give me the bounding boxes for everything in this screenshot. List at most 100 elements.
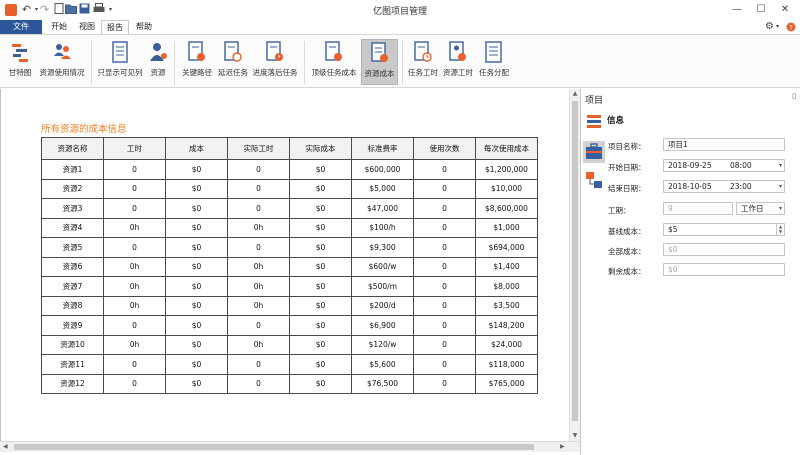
duration-unit-select[interactable]: 工作日 ▾ xyxy=(736,202,785,215)
project-name-input[interactable]: 项目1 xyxy=(663,138,785,151)
table-cell: $0 xyxy=(165,295,228,316)
top-task-cost-icon xyxy=(325,41,342,61)
minimize-button[interactable]: — xyxy=(728,2,746,18)
ribbon-separator xyxy=(174,41,175,85)
baseline-cost-stepper[interactable]: $5 ▲ ▼ xyxy=(663,223,785,236)
table-cell: 0 xyxy=(103,315,166,336)
tab-home[interactable]: 开始 xyxy=(46,20,72,34)
maximize-button[interactable]: ☐ xyxy=(752,2,770,18)
close-button[interactable]: ✕ xyxy=(776,2,794,18)
column-header: 标准费率 xyxy=(351,137,414,160)
tab-report[interactable]: 报告 xyxy=(101,20,129,34)
table-cell: 0 xyxy=(227,315,290,336)
chevron-down-icon[interactable]: ▾ xyxy=(779,181,782,192)
panel-tab-gantt[interactable] xyxy=(583,111,605,133)
horizontal-scrollbar[interactable]: ◀ ▶ xyxy=(0,441,580,452)
table-header-row: 资源名称 工时 成本 实际工时 实际成本 标准费率 使用次数 每次使用成本 xyxy=(41,137,538,160)
table-cell: $100/h xyxy=(351,217,414,238)
chevron-down-icon[interactable]: ▾ xyxy=(779,160,782,171)
task-assignment-button[interactable]: 任务分配 xyxy=(476,39,512,85)
critical-path-button[interactable]: 关键路径 xyxy=(178,39,216,85)
behind-schedule-tasks-button[interactable]: 进度落后任务 xyxy=(250,39,300,85)
stepper-arrows-icon[interactable]: ▲ ▼ xyxy=(776,224,784,235)
duration-input[interactable]: 9 xyxy=(663,202,733,215)
table-cell: 0 xyxy=(413,237,476,258)
scroll-down-icon[interactable]: ▼ xyxy=(570,432,580,439)
table-cell: 0 xyxy=(413,256,476,277)
table-row[interactable]: 资源1 0 $0 0 $0 $600,000 0 $1,200,000 xyxy=(41,159,538,180)
resource-usage-button[interactable]: 资源使用情况 xyxy=(37,39,87,85)
table-cell: $0 xyxy=(289,237,352,258)
total-cost-field: $0 xyxy=(663,243,785,256)
table-cell: 0 xyxy=(413,198,476,219)
table-cell: 0 xyxy=(413,159,476,180)
resource-icon xyxy=(150,43,167,61)
gantt-chart-button[interactable]: 甘特图 xyxy=(4,39,36,85)
table-cell: 资源3 xyxy=(41,198,104,219)
table-row[interactable]: 资源3 0 $0 0 $0 $47,000 0 $8,600,000 xyxy=(41,198,538,219)
delayed-tasks-button[interactable]: 延迟任务 xyxy=(217,39,249,85)
panel-tab-info[interactable] xyxy=(583,141,605,163)
end-date-picker[interactable]: 2018-10-05 23:00 ▾ xyxy=(663,180,785,193)
resource-work-button[interactable]: 资源工时 xyxy=(441,39,475,85)
table-cell: $0 xyxy=(165,198,228,219)
chevron-down-icon[interactable]: ▾ xyxy=(776,20,779,34)
table-cell: $9,300 xyxy=(351,237,414,258)
resource-work-icon xyxy=(449,41,466,61)
table-row[interactable]: 资源10 0h $0 0h $0 $120/w 0 $24,000 xyxy=(41,334,538,355)
resource-cost-button[interactable]: 资源成本 xyxy=(361,39,398,85)
table-cell: 资源8 xyxy=(41,295,104,316)
table-cell: 0 xyxy=(103,237,166,258)
table-row[interactable]: 资源2 0 $0 0 $0 $5,000 0 $10,000 xyxy=(41,178,538,199)
resource-button[interactable]: 资源 xyxy=(146,39,170,85)
resource-cost-table: 资源名称 工时 成本 实际工时 实际成本 标准费率 使用次数 每次使用成本 资源… xyxy=(41,137,538,394)
table-row[interactable]: 资源4 0h $0 0h $0 $100/h 0 $1,000 xyxy=(41,217,538,238)
tab-file[interactable]: 文件 xyxy=(0,20,42,34)
show-visible-columns-button[interactable]: 只显示可见列 xyxy=(95,39,145,85)
table-cell: $8,600,000 xyxy=(475,198,538,219)
table-row[interactable]: 资源7 0h $0 0h $0 $500/m 0 $8,000 xyxy=(41,276,538,297)
help-icon[interactable]: ? xyxy=(786,20,796,34)
column-header: 成本 xyxy=(165,137,228,160)
table-cell: $0 xyxy=(165,256,228,277)
task-work-button[interactable]: 任务工时 xyxy=(406,39,440,85)
table-cell: $76,500 xyxy=(351,373,414,394)
table-cell: $118,000 xyxy=(475,354,538,375)
top-level-task-cost-button[interactable]: 顶级任务成本 xyxy=(308,39,360,85)
table-row[interactable]: 资源12 0 $0 0 $0 $76,500 0 $765,000 xyxy=(41,373,538,394)
critical-path-icon xyxy=(188,41,205,61)
gear-icon[interactable]: ⚙ xyxy=(765,20,774,34)
column-header: 工时 xyxy=(103,137,166,160)
scroll-right-icon[interactable]: ▶ xyxy=(560,443,565,450)
scroll-left-icon[interactable]: ◀ xyxy=(3,443,8,450)
table-cell: 0 xyxy=(103,159,166,180)
task-assignment-label: 任务分配 xyxy=(479,68,509,77)
table-cell: 0 xyxy=(227,178,290,199)
table-cell: $0 xyxy=(165,237,228,258)
table-cell: 0h xyxy=(227,276,290,297)
end-date-label: 结束日期： xyxy=(608,184,646,193)
table-cell: $0 xyxy=(289,178,352,199)
scroll-up-icon[interactable]: ▲ xyxy=(570,90,580,97)
vertical-scroll-thumb[interactable] xyxy=(572,101,578,421)
chevron-down-icon[interactable]: ▾ xyxy=(779,203,782,214)
table-row[interactable]: 资源9 0 $0 0 $0 $6,900 0 $148,200 xyxy=(41,315,538,336)
pin-icon[interactable]: ▯ xyxy=(792,92,796,100)
table-row[interactable]: 资源6 0h $0 0h $0 $600/w 0 $1,400 xyxy=(41,256,538,277)
table-cell: $8,000 xyxy=(475,276,538,297)
total-cost-label: 全部成本： xyxy=(608,247,646,256)
table-cell: $0 xyxy=(165,276,228,297)
table-cell: 0 xyxy=(227,354,290,375)
horizontal-scroll-thumb[interactable] xyxy=(14,444,534,450)
table-cell: 0h xyxy=(103,217,166,238)
vertical-scrollbar[interactable]: ▲ ▼ xyxy=(569,89,580,441)
table-cell: $1,400 xyxy=(475,256,538,277)
panel-tab-resources[interactable] xyxy=(583,169,605,191)
table-row[interactable]: 资源11 0 $0 0 $0 $5,600 0 $118,000 xyxy=(41,354,538,375)
tab-help[interactable]: 帮助 xyxy=(131,20,157,34)
start-date-picker[interactable]: 2018-09-25 08:00 ▾ xyxy=(663,159,785,172)
tab-view[interactable]: 视图 xyxy=(74,20,100,34)
table-row[interactable]: 资源8 0h $0 0h $0 $200/d 0 $3,500 xyxy=(41,295,538,316)
table-row[interactable]: 资源5 0 $0 0 $0 $9,300 0 $694,000 xyxy=(41,237,538,258)
delayed-tasks-icon xyxy=(224,41,242,62)
